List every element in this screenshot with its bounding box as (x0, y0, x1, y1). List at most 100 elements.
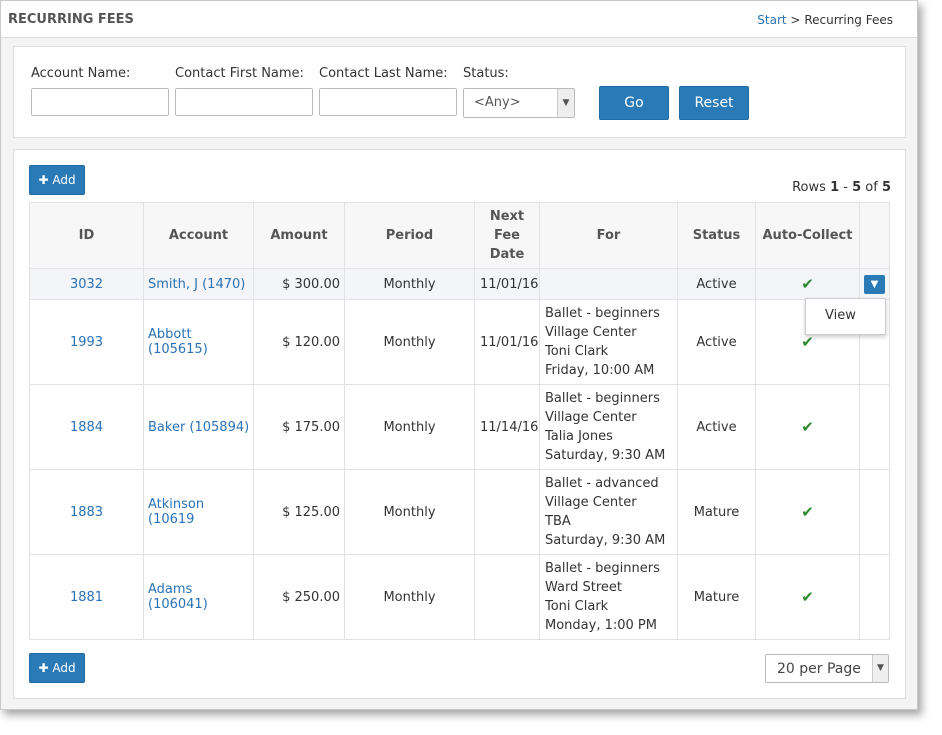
id-link[interactable]: 1993 (70, 335, 103, 350)
column-header-period[interactable]: Period (344, 202, 475, 269)
account-name-label: Account Name: (31, 66, 131, 81)
id-link[interactable]: 1881 (70, 590, 103, 605)
column-header-actions (859, 202, 890, 269)
account-cell: Baker (105894) (143, 384, 254, 470)
check-icon: ✔ (801, 588, 814, 606)
actions-cell (859, 469, 890, 555)
for-instructor: TBA (545, 514, 571, 529)
amount-cell: $ 300.00 (253, 268, 345, 300)
id-cell: 1883 (29, 469, 144, 555)
id-cell: 1884 (29, 384, 144, 470)
plus-icon: ✚ (38, 173, 49, 187)
status-select-value: <Any> (474, 95, 521, 110)
id-cell: 1993 (29, 299, 144, 385)
for-cell: Ballet - advanced Village Center TBA Sat… (539, 469, 678, 555)
period-cell: Monthly (344, 268, 475, 300)
contact-last-name-label: Contact Last Name: (319, 66, 448, 81)
amount-cell: $ 120.00 (253, 299, 345, 385)
column-header-amount[interactable]: Amount (253, 202, 345, 269)
account-cell: Atkinson (10619 (143, 469, 254, 555)
table-header-row: ID Account Amount Period Next Fee Date F… (29, 202, 890, 269)
account-link[interactable]: Atkinson (10619 (148, 497, 204, 527)
for-class: Ballet - beginners (545, 391, 660, 406)
status-cell: Active (677, 299, 756, 385)
breadcrumb: Start > Recurring Fees (757, 13, 893, 27)
amount-cell: $ 250.00 (253, 554, 345, 640)
id-link[interactable]: 3032 (70, 277, 103, 292)
per-page-select[interactable]: 20 per Page ▼ (765, 654, 889, 683)
account-cell: Smith, J (1470) (143, 268, 254, 300)
for-instructor: Toni Clark (545, 344, 609, 359)
for-schedule: Saturday, 9:30 AM (545, 533, 666, 548)
for-cell: Ballet - beginners Village Center Talia … (539, 384, 678, 470)
for-instructor: Toni Clark (545, 599, 609, 614)
check-icon: ✔ (801, 275, 814, 293)
id-link[interactable]: 1884 (70, 420, 103, 435)
column-header-account[interactable]: Account (143, 202, 254, 269)
column-header-id[interactable]: ID (29, 202, 144, 269)
for-location: Village Center (545, 325, 637, 340)
for-class: Ballet - beginners (545, 561, 660, 576)
account-link[interactable]: Adams (106041) (148, 582, 208, 612)
status-cell: Mature (677, 554, 756, 640)
menu-item-view[interactable]: View (825, 308, 856, 323)
row-actions-dropdown-button[interactable]: ▼ (864, 274, 885, 294)
table-row: 1881 Adams (106041) $ 250.00 Monthly Bal… (29, 554, 890, 640)
period-cell: Monthly (344, 299, 475, 385)
add-button-bottom[interactable]: ✚ Add (29, 653, 85, 683)
page-title: RECURRING FEES (8, 12, 134, 27)
rows-info: Rows 1 - 5 of 5 (792, 180, 891, 195)
table-row: 1883 Atkinson (10619 $ 125.00 Monthly Ba… (29, 469, 890, 555)
rows-total: 5 (881, 180, 891, 195)
add-button-top[interactable]: ✚ Add (29, 165, 85, 195)
breadcrumb-separator: > (790, 13, 801, 27)
account-link[interactable]: Abbott (105615) (148, 327, 208, 357)
check-icon: ✔ (801, 418, 814, 436)
column-header-status[interactable]: Status (677, 202, 756, 269)
for-location: Village Center (545, 495, 637, 510)
reset-button[interactable]: Reset (679, 86, 749, 120)
account-cell: Adams (106041) (143, 554, 254, 640)
contact-last-name-input[interactable] (319, 88, 457, 116)
amount-cell: $ 175.00 (253, 384, 345, 470)
status-cell: Active (677, 268, 756, 300)
for-class: Ballet - beginners (545, 306, 660, 321)
add-button-label: Add (52, 661, 76, 675)
actions-cell (859, 384, 890, 470)
column-header-for[interactable]: For (539, 202, 678, 269)
account-link[interactable]: Smith, J (1470) (148, 277, 245, 292)
table-row: 1993 Abbott (105615) $ 120.00 Monthly 11… (29, 299, 890, 385)
amount-cell: $ 125.00 (253, 469, 345, 555)
next-fee-date-cell (474, 469, 540, 555)
for-class: Ballet - advanced (545, 476, 659, 491)
account-name-input[interactable] (31, 88, 169, 116)
status-select[interactable]: <Any> ▼ (463, 88, 575, 118)
column-header-next-fee-date[interactable]: Next Fee Date (474, 202, 540, 269)
rows-from: 1 (830, 180, 840, 195)
rows-of: of (865, 180, 878, 195)
for-cell: Ballet - beginners Village Center Toni C… (539, 299, 678, 385)
next-fee-date-cell: 11/01/16 (474, 299, 540, 385)
per-page-value: 20 per Page (777, 661, 861, 677)
next-fee-date-line1: Next (489, 209, 525, 224)
for-schedule: Friday, 10:00 AM (545, 363, 655, 378)
column-header-auto-collect[interactable]: Auto-Collect (755, 202, 860, 269)
actions-cell (859, 554, 890, 640)
account-link[interactable]: Baker (105894) (148, 420, 249, 435)
plus-icon: ✚ (38, 661, 49, 675)
period-cell: Monthly (344, 384, 475, 470)
table-row: 1884 Baker (105894) $ 175.00 Monthly 11/… (29, 384, 890, 470)
status-label: Status: (463, 66, 509, 81)
auto-collect-cell: ✔ (755, 469, 860, 555)
status-cell: Active (677, 384, 756, 470)
title-bar: RECURRING FEES Start > Recurring Fees (1, 1, 917, 38)
for-cell: Ballet - beginners Ward Street Toni Clar… (539, 554, 678, 640)
go-button[interactable]: Go (599, 86, 669, 120)
auto-collect-cell: ✔ (755, 384, 860, 470)
id-link[interactable]: 1883 (70, 505, 103, 520)
contact-first-name-input[interactable] (175, 88, 313, 116)
breadcrumb-start-link[interactable]: Start (757, 13, 786, 27)
for-schedule: Monday, 1:00 PM (545, 618, 657, 633)
for-location: Ward Street (545, 580, 622, 595)
check-icon: ✔ (801, 503, 814, 521)
